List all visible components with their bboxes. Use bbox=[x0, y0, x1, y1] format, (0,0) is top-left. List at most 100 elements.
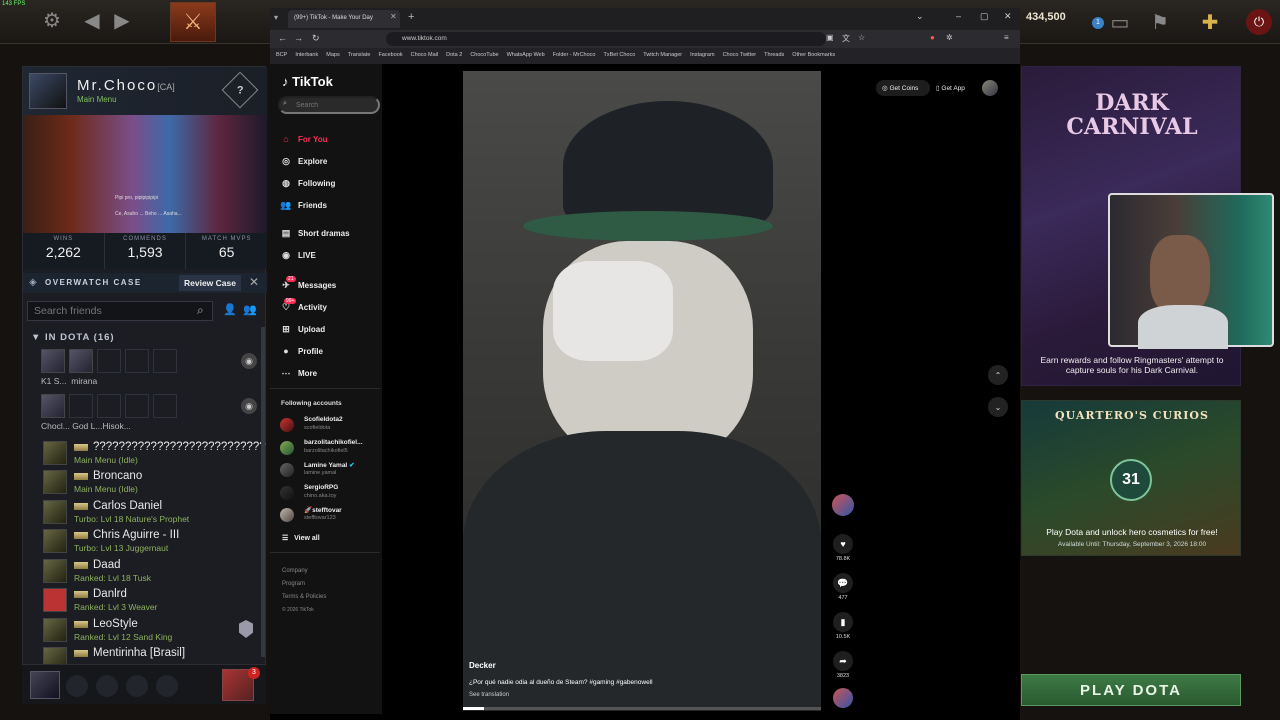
nav-short-dramas[interactable]: ▤ Short dramas bbox=[280, 228, 380, 244]
bookmark-item[interactable]: Choco Twitter bbox=[723, 52, 757, 60]
profile-name[interactable]: Mr.Choco[CA] bbox=[77, 77, 175, 94]
music-disc[interactable] bbox=[831, 688, 855, 708]
footer-link-terms[interactable]: Terms & Policies bbox=[282, 594, 326, 600]
friend-row[interactable]: Chris Aguirre - III Turbo: Lvl 13 Juggern… bbox=[43, 527, 263, 556]
empty-party-slot[interactable] bbox=[66, 675, 88, 697]
friend-row[interactable]: Broncano Main Menu (Idle) bbox=[43, 468, 263, 497]
tab-list-icon[interactable]: ▾ bbox=[274, 13, 278, 22]
back-icon[interactable]: ← bbox=[278, 33, 287, 43]
bookmark-item[interactable]: Translate bbox=[348, 52, 371, 60]
video-progress-bar[interactable] bbox=[463, 707, 821, 710]
friend-row[interactable]: Danlrd Ranked: Lvl 3 Weaver bbox=[43, 586, 263, 615]
share-action[interactable]: ➦ 3823 bbox=[831, 651, 855, 679]
get-coins-button[interactable]: ◎ Get Coins bbox=[876, 80, 930, 96]
menu-icon[interactable]: ≡ bbox=[1004, 33, 1009, 42]
bookmark-item[interactable]: Threads bbox=[764, 52, 784, 60]
bookmark-item[interactable]: Twitch Manager bbox=[643, 52, 682, 60]
bookmark-item[interactable]: ChocoTube bbox=[470, 52, 498, 60]
previous-video-icon[interactable]: ⌃ bbox=[988, 365, 1008, 385]
following-account[interactable]: Lamine Yamal ✔ lamine.yamal bbox=[280, 461, 380, 481]
bookmark-action[interactable]: ▮ 10.5K bbox=[831, 612, 855, 640]
help-icon[interactable]: ? bbox=[221, 71, 259, 109]
friends-group-icon[interactable]: 👥 bbox=[243, 303, 257, 316]
video-player[interactable]: Decker ¿Por qué nadie odia al dueño de S… bbox=[463, 71, 821, 711]
avatar[interactable] bbox=[43, 500, 67, 524]
bookmark-item[interactable]: Dota 2 bbox=[446, 52, 462, 60]
avatar[interactable] bbox=[43, 588, 67, 612]
extension-icon[interactable]: ● bbox=[930, 33, 935, 42]
avatar[interactable] bbox=[41, 349, 65, 373]
in-dota-header[interactable]: ▼ IN DOTA (16) bbox=[31, 332, 115, 343]
bookmark-item[interactable]: Other Bookmarks bbox=[792, 52, 835, 60]
search-icon[interactable]: ⌕ bbox=[197, 303, 204, 318]
following-account[interactable]: Scofieldota2 scofieldota bbox=[280, 416, 380, 436]
following-account[interactable]: barzolitachikofiel... barzolitachikofiel5 bbox=[280, 439, 380, 459]
bookmark-item[interactable]: Maps bbox=[326, 52, 339, 60]
nav-messages[interactable]: ✈ Messages bbox=[280, 280, 380, 296]
footer-link-company[interactable]: Company bbox=[282, 568, 308, 574]
nav-live[interactable]: ◉ LIVE bbox=[280, 250, 380, 266]
back-arrow-icon[interactable]: ◀ bbox=[78, 6, 106, 34]
bookmark-item[interactable]: Folder - MrChoco bbox=[553, 52, 596, 60]
video-author[interactable]: Decker bbox=[469, 661, 496, 670]
creator-avatar-action[interactable] bbox=[831, 494, 855, 516]
armory-icon[interactable]: ⚑ bbox=[1146, 8, 1174, 36]
bookmark-item[interactable]: BCP bbox=[276, 52, 287, 60]
nav-for-you[interactable]: ⌂ For You bbox=[280, 134, 380, 150]
avatar[interactable] bbox=[43, 618, 67, 642]
quarteros-curios-card[interactable]: QUARTERO'S CURIOS 31 Play Dota and unloc… bbox=[1021, 400, 1241, 556]
empty-party-slot[interactable] bbox=[126, 675, 148, 697]
dota-logo-icon[interactable]: ⚔ bbox=[170, 2, 216, 42]
watch-eye-icon[interactable]: ◉ bbox=[241, 398, 257, 414]
search-friends-input[interactable] bbox=[27, 301, 213, 321]
bookmark-item[interactable]: TxBet Choco bbox=[603, 52, 635, 60]
friend-row[interactable]: Carlos Daniel Turbo: Lvl 18 Nature's Prop… bbox=[43, 498, 263, 527]
power-icon[interactable]: ⏻ bbox=[1246, 9, 1272, 35]
tab-list-chevron-icon[interactable]: ⌄ bbox=[916, 11, 924, 22]
friend-row[interactable]: Daad Ranked: Lvl 18 Tusk bbox=[43, 557, 263, 586]
bookmark-item[interactable]: Choco Mail bbox=[411, 52, 439, 60]
close-tab-icon[interactable]: ✕ bbox=[390, 12, 397, 21]
avatar[interactable] bbox=[69, 349, 93, 373]
minimize-icon[interactable]: – bbox=[956, 11, 961, 21]
review-case-button[interactable]: Review Case bbox=[179, 275, 241, 291]
friend-row[interactable]: ??????????????????????????? Main Menu (Id… bbox=[43, 439, 266, 468]
nav-explore[interactable]: ◎ Explore bbox=[280, 156, 380, 172]
like-action[interactable]: ♥ 78.8K bbox=[831, 534, 855, 562]
search-input[interactable] bbox=[278, 96, 380, 114]
avatar[interactable] bbox=[43, 559, 67, 583]
avatar[interactable] bbox=[43, 470, 67, 494]
tiktok-logo[interactable]: ♪ TikTok bbox=[282, 74, 333, 89]
add-friend-icon[interactable]: 👤 bbox=[223, 303, 237, 316]
translate-icon[interactable]: 文 bbox=[842, 33, 850, 44]
avatar[interactable] bbox=[43, 529, 67, 553]
hero-showcase[interactable]: Pipi pro, pipipipipipi Ce, Asaho ... Beh… bbox=[23, 115, 267, 233]
new-tab-icon[interactable]: + bbox=[408, 11, 414, 23]
bookmark-item[interactable]: WhatsApp Web bbox=[507, 52, 545, 60]
empty-party-slot[interactable] bbox=[96, 675, 118, 697]
avatar[interactable] bbox=[982, 80, 998, 96]
nav-following[interactable]: ◍ Following bbox=[280, 178, 380, 194]
star-icon[interactable]: ☆ bbox=[858, 33, 865, 42]
forward-icon[interactable]: → bbox=[294, 33, 303, 43]
dota-plus-icon[interactable]: ✚ bbox=[1196, 8, 1224, 36]
view-all-link[interactable]: ☰ View all bbox=[282, 534, 320, 542]
empty-party-slot[interactable] bbox=[156, 675, 178, 697]
following-account[interactable]: 🚀stefftovar stefftovar123 bbox=[280, 506, 380, 526]
get-app-button[interactable]: ▯ Get App bbox=[932, 80, 974, 96]
next-video-icon[interactable]: ⌄ bbox=[988, 397, 1008, 417]
inventory-icon[interactable]: ▭ bbox=[1106, 8, 1134, 36]
nav-profile[interactable]: ● Profile bbox=[280, 346, 380, 362]
close-icon[interactable]: ✕ bbox=[249, 275, 259, 289]
settings-gear-icon[interactable]: ⚙ bbox=[38, 6, 66, 34]
maximize-icon[interactable]: ▢ bbox=[980, 11, 989, 22]
avatar[interactable] bbox=[29, 73, 67, 109]
play-dota-button[interactable]: PLAY DOTA bbox=[1021, 674, 1241, 706]
avatar[interactable] bbox=[30, 671, 60, 699]
url-bar[interactable]: www.tiktok.com bbox=[386, 32, 826, 46]
nav-upload[interactable]: ⊞ Upload bbox=[280, 324, 380, 340]
comment-action[interactable]: 💬 477 bbox=[831, 573, 855, 601]
footer-link-program[interactable]: Program bbox=[282, 581, 305, 587]
friend-row[interactable]: LeoStyle Ranked: Lvl 12 Sand King bbox=[43, 616, 263, 645]
bookmark-item[interactable]: Facebook bbox=[378, 52, 402, 60]
